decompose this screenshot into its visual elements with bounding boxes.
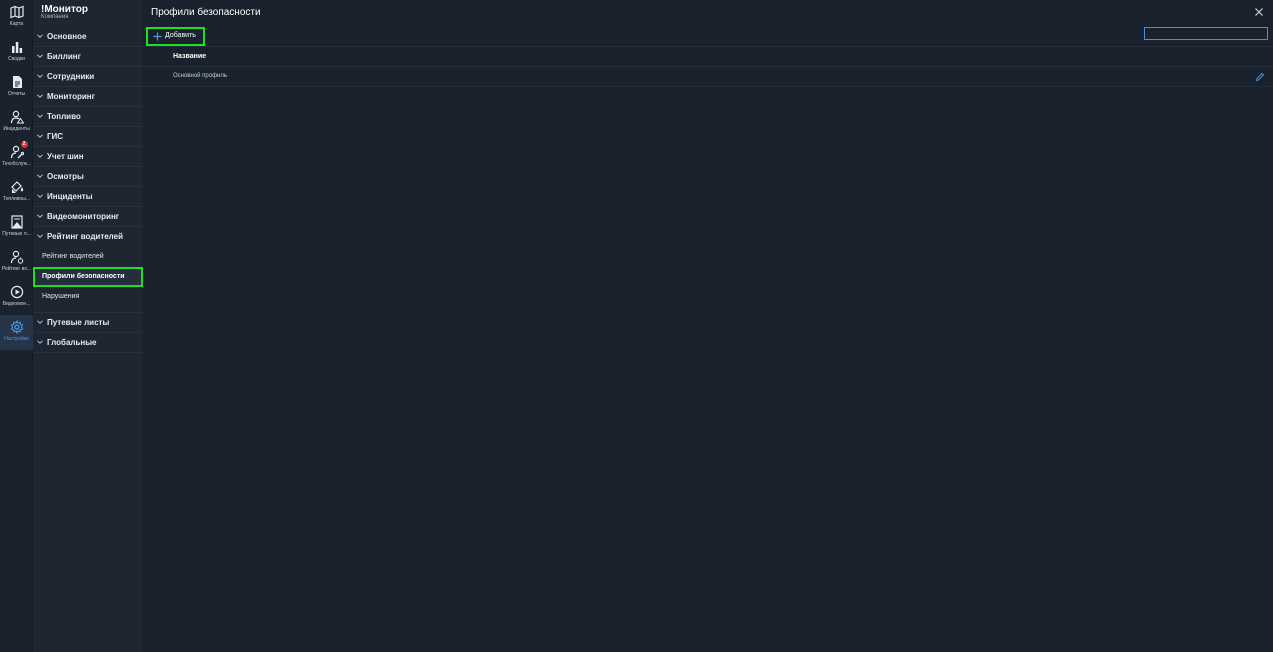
rail-label: Настройки [4,336,29,342]
rail-label: Видеомон... [2,301,31,307]
tree-group-waybills[interactable]: Путевые листы [33,313,143,333]
service-user-icon: 2 [10,141,28,159]
settings-tree: !Монитор Компания Основное Биллинг Сотру… [33,0,143,652]
tree-group-gis[interactable]: ГИС [33,127,143,147]
play-circle-icon [10,285,24,299]
table-cell-name: Основной профиль [173,73,228,79]
tree-group-label: Топливо [47,112,81,121]
close-icon[interactable] [1253,6,1265,18]
tree-group-label: Путевые листы [47,318,110,327]
waybill-icon [10,215,24,229]
driver-rating-icon [10,250,24,264]
tree-group-tires[interactable]: Учет шин [33,147,143,167]
tree-group-label: ГИС [47,132,64,141]
rail-label: Отчеты [7,91,26,97]
plus-icon [153,32,162,41]
rail-label: Карта [9,21,24,27]
tree-group-fuel[interactable]: Топливо [33,107,143,127]
bar-chart-icon [10,40,24,54]
tree-group-inspections[interactable]: Осмотры [33,167,143,187]
table-header: Название [143,46,1273,67]
rail-item-summaries[interactable]: Сводки [0,35,33,70]
rail-label: Топливны... [2,196,31,202]
rail-item-reports[interactable]: Отчеты [0,70,33,105]
tree-group-label: Рейтинг водителей [47,232,124,241]
tree-group-video[interactable]: Видеомониторинг [33,207,143,227]
document-icon [10,75,24,89]
tree-group-label: Инциденты [47,192,93,201]
incident-user-icon [10,110,24,124]
add-button-label: Добавить [165,32,196,39]
search-input[interactable] [1144,27,1268,40]
tree-item-label: Нарушения [42,293,80,300]
chevron-down-icon [37,74,43,78]
rail-item-fuel[interactable]: Топливны... [0,175,33,210]
tree-group-label: Сотрудники [47,72,95,81]
chevron-down-icon [37,214,43,218]
tree-group-main[interactable]: Основное [33,27,143,47]
rail-item-maintenance[interactable]: 2 Техобслуж... [0,140,33,175]
tree-group-billing[interactable]: Биллинг [33,47,143,67]
tree-group-employees[interactable]: Сотрудники [33,67,143,87]
tree-item-label: Рейтинг водителей [42,253,104,260]
tree-item-label: Профили безопасности [42,273,125,280]
tree-group-label: Учет шин [47,152,84,161]
tree-group-monitoring[interactable]: Мониторинг [33,87,143,107]
tree-group-label: Мониторинг [47,92,95,101]
tree-group-driver-rating[interactable]: Рейтинг водителей [33,227,143,247]
tree-group-label: Осмотры [47,172,84,181]
rail-label: Рейтинг во... [1,266,32,272]
chevron-down-icon [37,234,43,238]
rail-item-waybills[interactable]: Путевые л... [0,210,33,245]
chevron-down-icon [37,34,43,38]
rail-item-video[interactable]: Видеомон... [0,280,33,315]
rail-label: Сводки [8,56,25,62]
rail-item-map[interactable]: Карта [0,0,33,35]
chevron-down-icon [37,134,43,138]
map-icon [9,5,24,19]
tree-group-label: Биллинг [47,52,81,61]
chevron-down-icon [37,114,43,118]
rail-item-incidents[interactable]: Инциденты [0,105,33,140]
tree-item-driver-rating[interactable]: Рейтинг водителей [33,247,143,267]
chevron-down-icon [37,340,43,344]
chevron-down-icon [37,94,43,98]
rail-label: Техобслуж... [2,161,31,167]
add-button[interactable]: Добавить [146,27,205,46]
main-content: Профили безопасности Добавить Название О… [143,0,1273,652]
tree-group-label: Основное [47,32,87,41]
tree-group-global[interactable]: Глобальные [33,333,143,353]
tree-group-label: Глобальные [47,338,97,347]
chevron-down-icon [37,154,43,158]
rail-label: Инциденты [3,126,30,132]
tree-item-violations[interactable]: Нарушения [33,287,143,313]
app-subtitle: Компания [41,14,69,20]
rail-label: Путевые л... [2,231,31,237]
tree-group-label: Видеомониторинг [47,212,120,221]
chevron-down-icon [37,320,43,324]
edit-pencil-icon[interactable] [1255,72,1265,82]
chevron-down-icon [37,194,43,198]
chevron-down-icon [37,54,43,58]
page-title: Профили безопасности [151,7,261,18]
table-row[interactable]: Основной профиль [143,67,1273,87]
notification-badge: 2 [20,141,28,148]
fuel-icon [10,180,24,194]
tree-item-security-profiles[interactable]: Профили безопасности [33,267,143,287]
tree-group-incidents[interactable]: Инциденты [33,187,143,207]
icon-rail: Карта Сводки Отчеты Инциденты 2 Техобслу… [0,0,33,652]
rail-item-settings[interactable]: Настройки [0,315,33,350]
chevron-down-icon [37,174,43,178]
gear-icon [10,320,24,334]
rail-item-driver-rating[interactable]: Рейтинг во... [0,245,33,280]
column-header-name[interactable]: Название [173,53,206,60]
